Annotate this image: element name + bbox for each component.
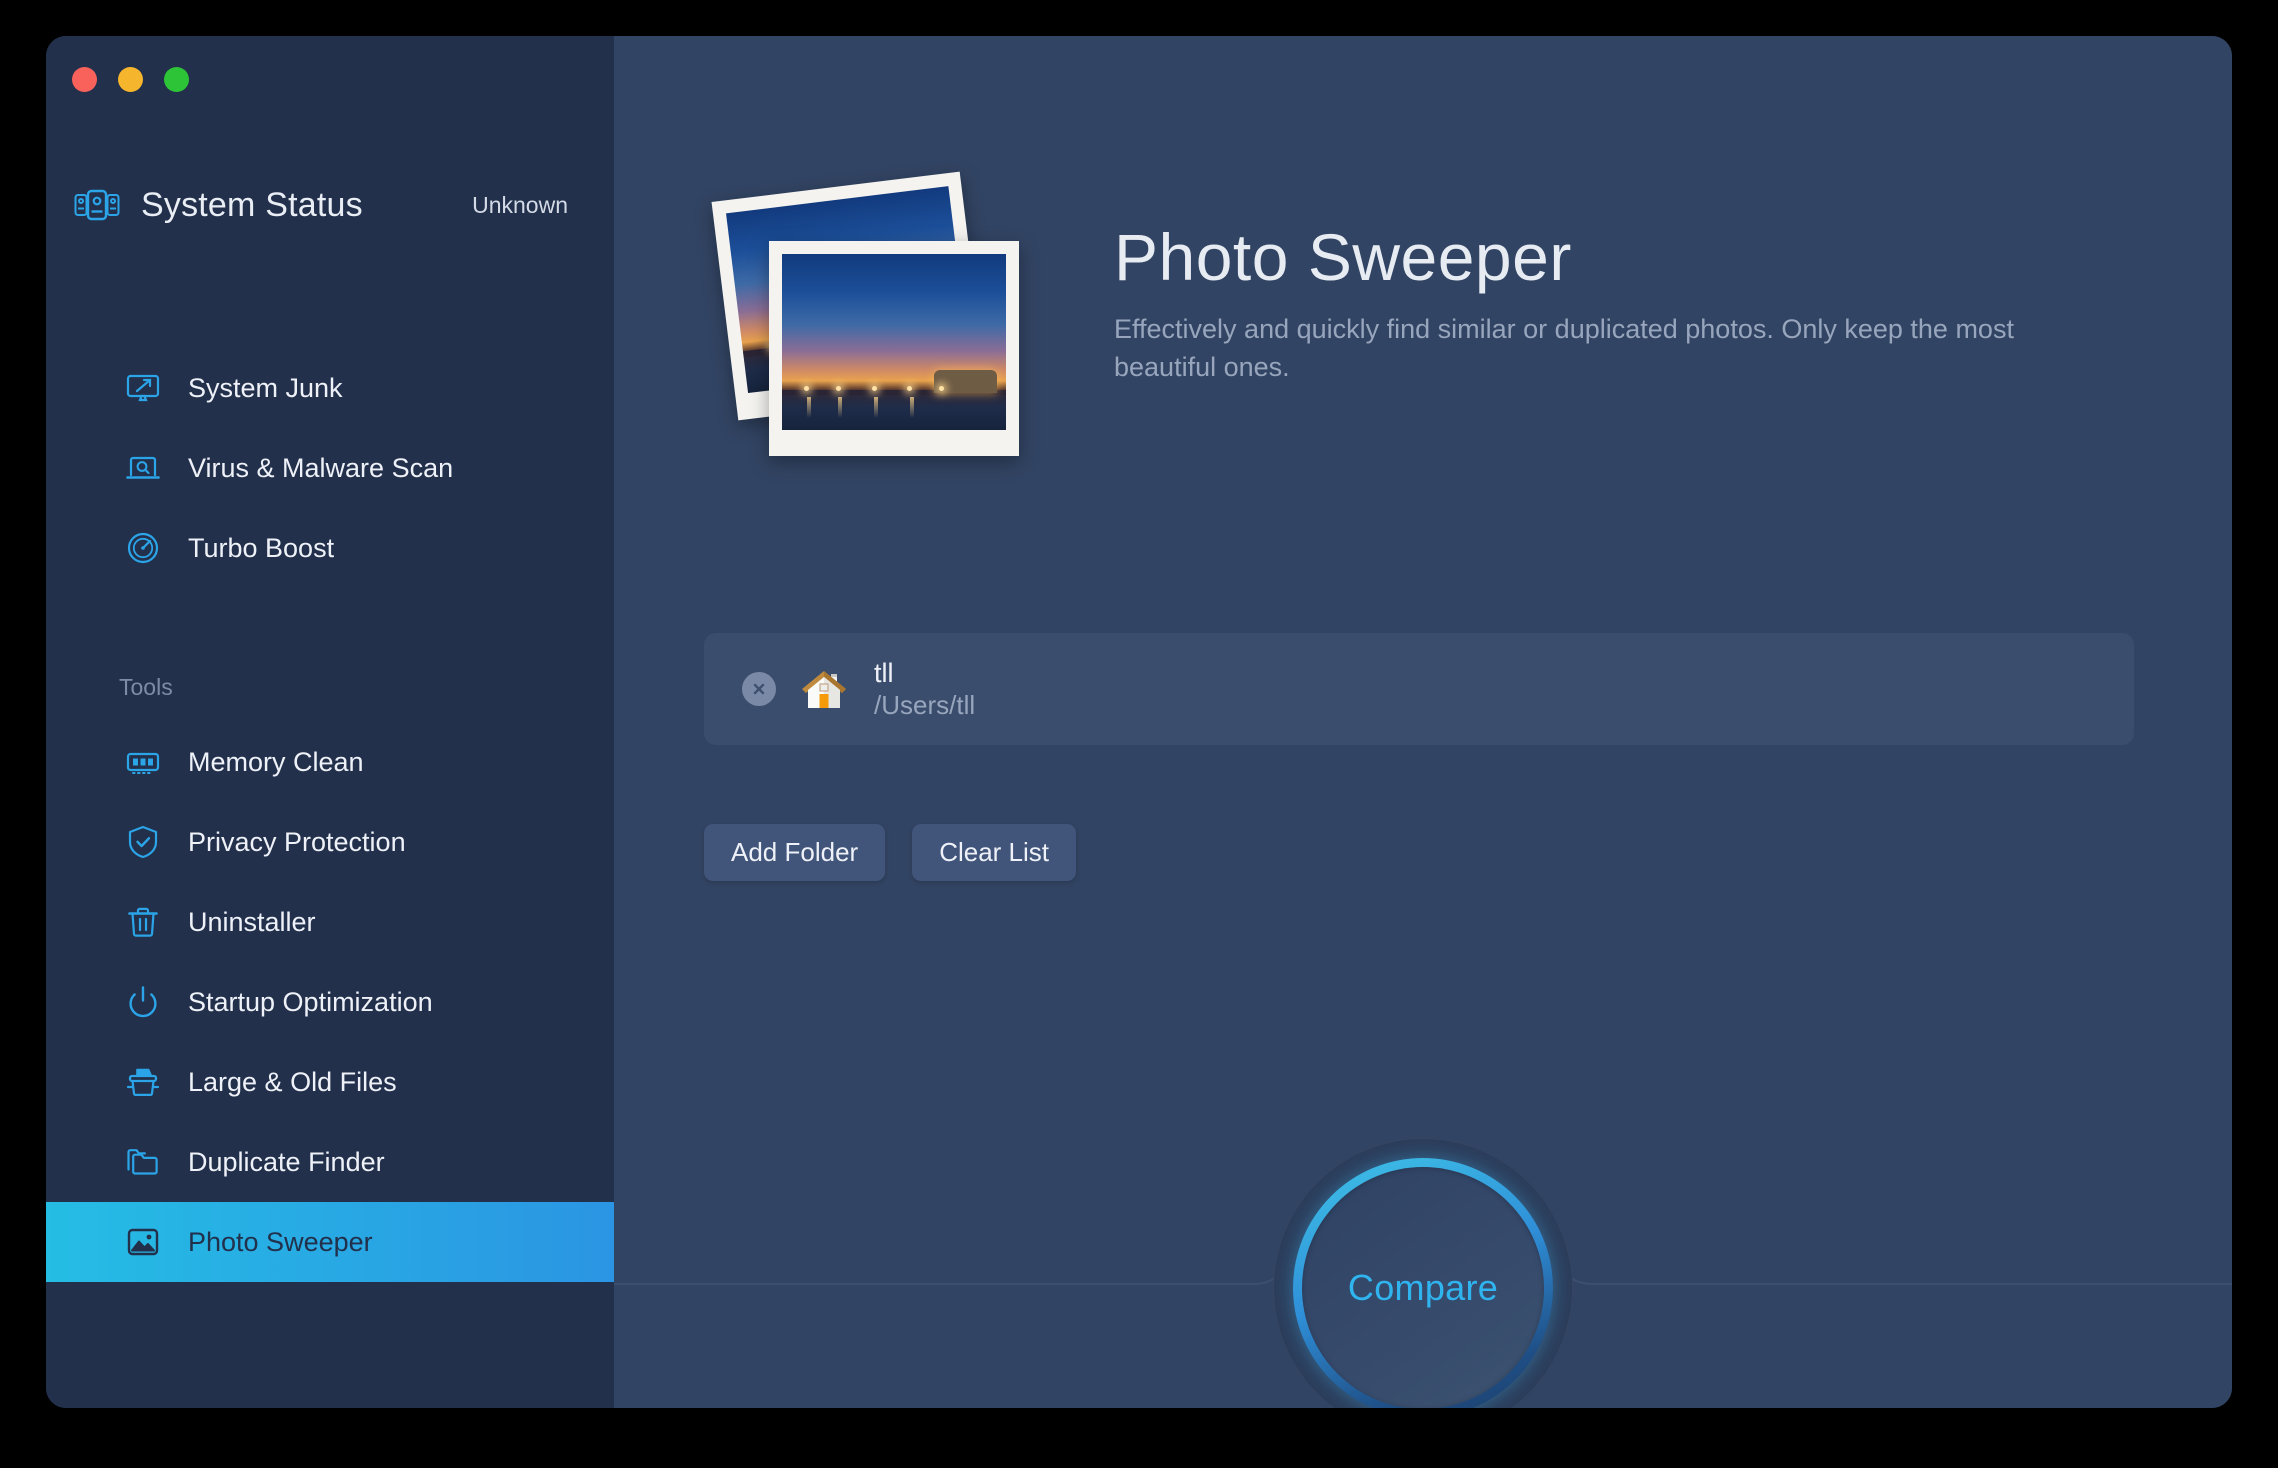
sidebar-item-large-old-files[interactable]: Large & Old Files <box>46 1042 614 1122</box>
stacked-photos-icon <box>711 171 1044 476</box>
compare-button-group: Compare <box>1273 1138 1573 1408</box>
sidebar-item-uninstaller[interactable]: Uninstaller <box>46 882 614 962</box>
sidebar-item-label: Duplicate Finder <box>188 1146 385 1177</box>
page-title: Photo Sweeper <box>1114 220 1572 294</box>
close-circle-icon[interactable] <box>742 672 776 706</box>
sidebar-item-memory-clean[interactable]: Memory Clean <box>46 722 614 802</box>
system-status-value: Unknown <box>472 192 568 218</box>
traffic-lights <box>72 67 189 92</box>
sidebar-item-label: Turbo Boost <box>188 532 335 563</box>
compare-button-label: Compare <box>1347 1267 1499 1308</box>
sidebar-item-turbo-boost[interactable]: Turbo Boost <box>46 508 614 588</box>
system-status-title: System Status <box>141 186 363 224</box>
sidebar-item-label: Memory Clean <box>188 746 364 777</box>
laptop-search-icon <box>124 449 162 487</box>
add-folder-button[interactable]: Add Folder <box>704 824 886 881</box>
trash-icon <box>124 903 162 941</box>
shield-check-icon <box>124 823 162 861</box>
folder-meta: tll /Users/tll <box>874 658 975 721</box>
sidebar-item-label: Large & Old Files <box>188 1066 397 1097</box>
sidebar-item-system-junk[interactable]: System Junk <box>46 348 614 428</box>
clear-list-button[interactable]: Clear List <box>912 824 1077 881</box>
folder-name: tll <box>874 657 894 688</box>
sidebar-item-label: Startup Optimization <box>188 986 433 1017</box>
sidebar-item-duplicate-finder[interactable]: Duplicate Finder <box>46 1122 614 1202</box>
power-icon <box>124 983 162 1021</box>
sidebar-primary-nav: System Junk Virus & Malware Scan Turbo B… <box>46 348 614 588</box>
page-subtitle: Effectively and quickly find similar or … <box>1114 314 2014 383</box>
sidebar-item-label: Photo Sweeper <box>188 1226 373 1257</box>
system-status-icon <box>74 188 120 224</box>
close-window-button[interactable] <box>72 67 97 92</box>
memory-chip-icon <box>124 743 162 781</box>
sidebar-item-label: System Junk <box>188 372 343 403</box>
photo-card-front <box>769 241 1019 456</box>
folder-list-item[interactable]: tll /Users/tll <box>704 641 2134 737</box>
sidebar-section-label-tools: Tools <box>119 674 173 700</box>
main-panel: Photo Sweeper Effectively and quickly fi… <box>614 36 2232 1408</box>
sidebar-item-label: Privacy Protection <box>188 826 406 857</box>
sidebar-item-label: Virus & Malware Scan <box>188 452 454 483</box>
system-status-row[interactable]: System Status Unknown <box>74 186 586 225</box>
speedometer-icon <box>124 529 162 567</box>
photo-thumbnail <box>782 254 1006 430</box>
folder-path: /Users/tll <box>874 689 976 720</box>
sidebar-item-virus-malware-scan[interactable]: Virus & Malware Scan <box>46 428 614 508</box>
app-window: System Status Unknown System Junk Virus … <box>46 36 2232 1408</box>
sidebar-item-label: Uninstaller <box>188 906 316 937</box>
hero-section: Photo Sweeper Effectively and quickly fi… <box>614 36 2232 596</box>
folder-actions: Add Folder Clear List <box>704 824 1077 881</box>
folder-list: tll /Users/tll <box>704 633 2134 745</box>
sidebar-item-startup-optimization[interactable]: Startup Optimization <box>46 962 614 1042</box>
hero-text: Photo Sweeper Effectively and quickly fi… <box>1114 224 2114 387</box>
sidebar: System Status Unknown System Junk Virus … <box>46 36 614 1408</box>
sidebar-item-privacy-protection[interactable]: Privacy Protection <box>46 802 614 882</box>
duplicate-folder-icon <box>124 1143 162 1181</box>
file-box-icon <box>124 1063 162 1101</box>
maximize-window-button[interactable] <box>164 67 189 92</box>
compare-button[interactable]: Compare <box>1302 1167 1544 1408</box>
sidebar-tools-nav: Memory Clean Privacy Protection Uninstal… <box>46 722 614 1282</box>
sidebar-item-photo-sweeper[interactable]: Photo Sweeper <box>46 1202 614 1282</box>
monitor-arrow-icon <box>124 369 162 407</box>
picture-icon <box>124 1223 162 1261</box>
minimize-window-button[interactable] <box>118 67 143 92</box>
home-folder-icon <box>796 661 852 717</box>
